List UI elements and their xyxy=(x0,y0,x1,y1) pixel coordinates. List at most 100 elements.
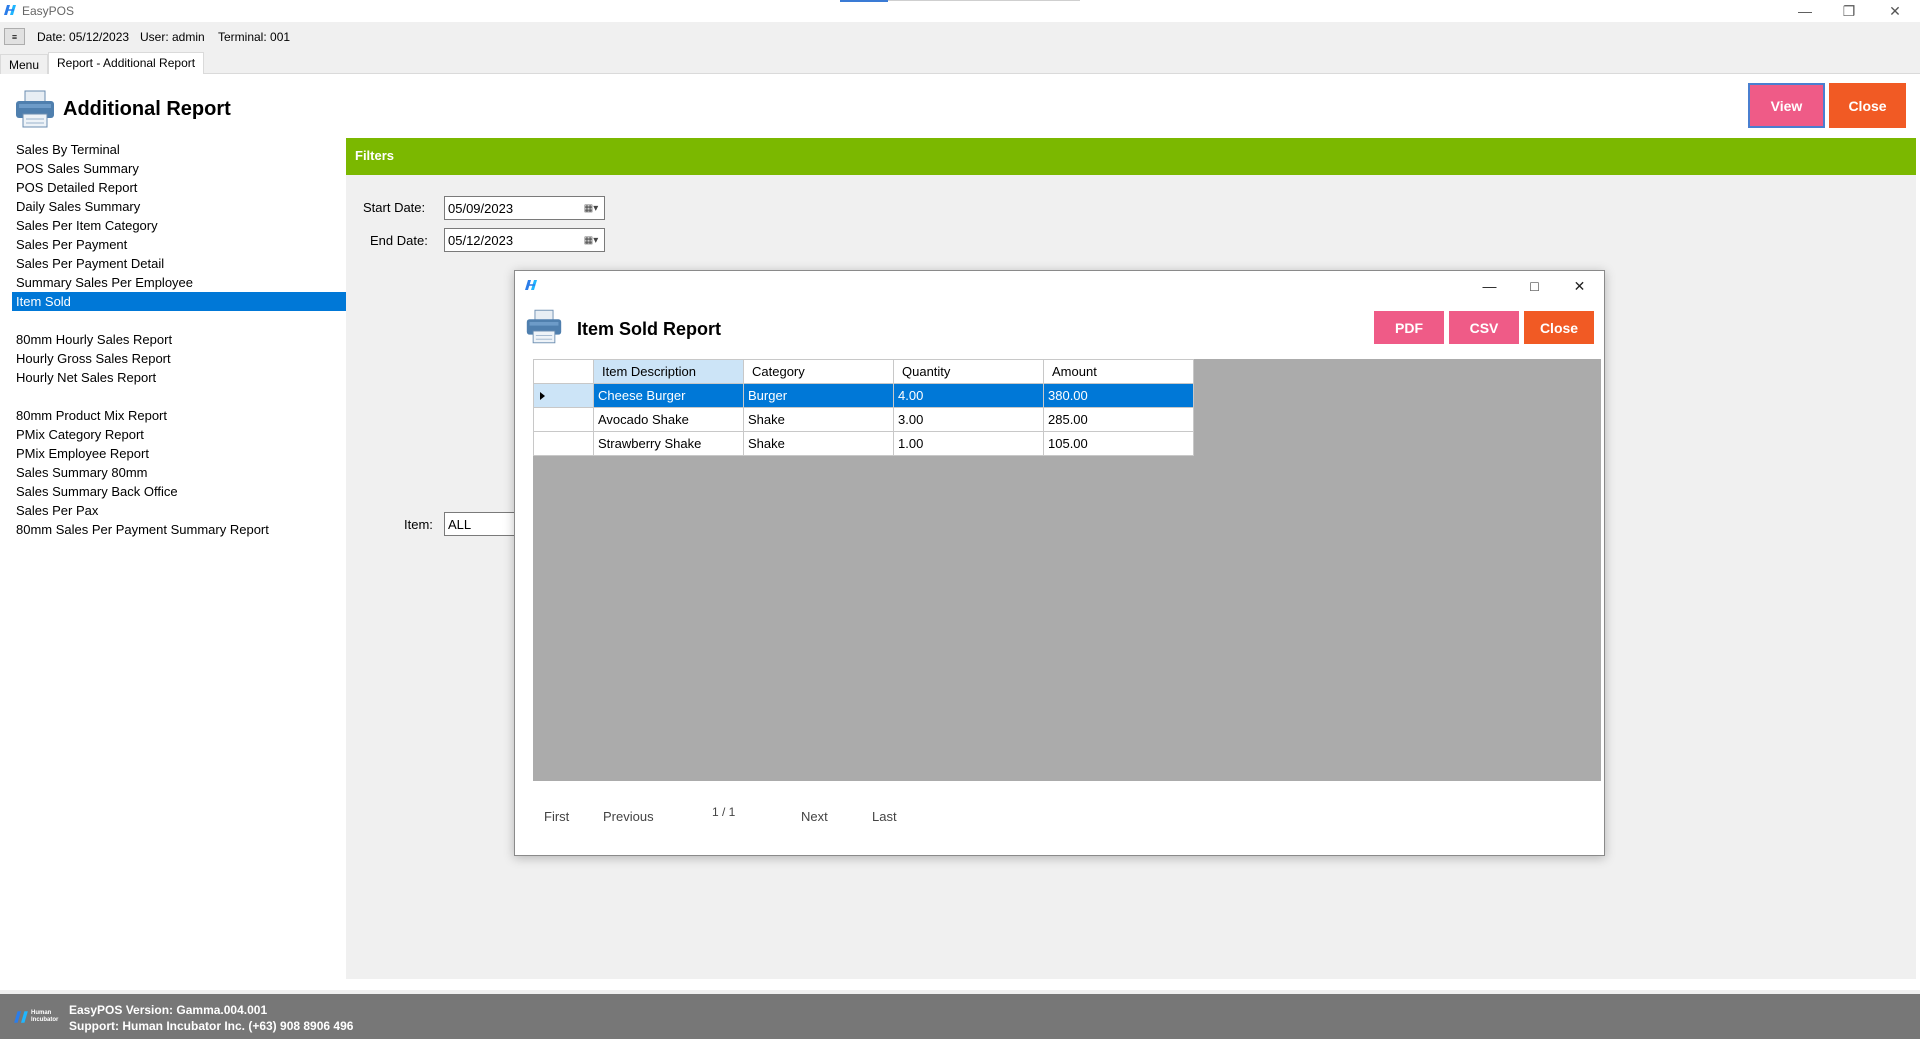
report-group-hourly: 80mm Hourly Sales Report Hourly Gross Sa… xyxy=(12,330,346,387)
pdf-button[interactable]: PDF xyxy=(1374,311,1444,344)
row-header[interactable] xyxy=(533,383,594,408)
pager-previous-button[interactable]: Previous xyxy=(603,809,654,824)
human-incubator-logo-icon xyxy=(14,1011,28,1023)
start-date-picker[interactable]: 05/09/2023 ▦▾ xyxy=(444,196,605,220)
report-item[interactable]: Sales By Terminal xyxy=(12,140,346,159)
report-item[interactable]: Daily Sales Summary xyxy=(12,197,346,216)
current-row-arrow-icon xyxy=(540,392,545,400)
restore-icon[interactable]: ❐ xyxy=(1826,0,1872,22)
report-item[interactable]: Sales Summary 80mm xyxy=(12,463,346,482)
pager-first-button[interactable]: First xyxy=(544,809,569,824)
start-date-label: Start Date: xyxy=(363,200,426,215)
tab-strip: Menu Report - Additional Report xyxy=(0,52,1920,75)
end-date-value: 05/12/2023 xyxy=(448,233,514,248)
view-button[interactable]: View xyxy=(1748,83,1825,128)
calendar-dropdown-icon[interactable]: ▦▾ xyxy=(580,232,602,248)
column-header-category[interactable]: Category xyxy=(743,359,894,384)
pager-next-button[interactable]: Next xyxy=(801,809,828,824)
table-cell[interactable]: 105.00 xyxy=(1043,431,1194,456)
report-item[interactable]: 80mm Sales Per Payment Summary Report xyxy=(12,520,346,539)
report-group-sales: Sales By Terminal POS Sales Summary POS … xyxy=(12,140,346,311)
dialog-close-button[interactable]: Close xyxy=(1524,311,1594,344)
row-header[interactable] xyxy=(533,431,594,456)
status-user: User: admin xyxy=(140,30,205,44)
menu-toggle-button[interactable]: ≡ xyxy=(4,28,25,45)
page-title: Additional Report xyxy=(63,98,231,120)
table-row[interactable]: Strawberry Shake Shake 1.00 105.00 xyxy=(533,431,1194,456)
report-item[interactable]: Sales Per Item Category xyxy=(12,216,346,235)
report-item[interactable]: Sales Per Payment Detail xyxy=(12,254,346,273)
report-item[interactable]: Summary Sales Per Employee xyxy=(12,273,346,292)
csv-button[interactable]: CSV xyxy=(1449,311,1519,344)
dialog-minimize-icon[interactable]: — xyxy=(1467,273,1512,299)
report-grid-area: Item Description Category Quantity Amoun… xyxy=(533,359,1601,781)
printer-icon xyxy=(16,90,54,128)
report-item[interactable]: 80mm Product Mix Report xyxy=(12,406,346,425)
calendar-dropdown-icon[interactable]: ▦▾ xyxy=(580,200,602,216)
end-date-picker[interactable]: 05/12/2023 ▦▾ xyxy=(444,228,605,252)
pager-page-indicator: 1 / 1 xyxy=(712,805,736,819)
table-cell[interactable]: Burger xyxy=(743,383,894,408)
easypos-logo-icon xyxy=(525,280,537,290)
report-item[interactable]: Sales Per Payment xyxy=(12,235,346,254)
report-item[interactable]: Sales Summary Back Office xyxy=(12,482,346,501)
report-item[interactable]: Sales Per Pax xyxy=(12,501,346,520)
tab-menu[interactable]: Menu xyxy=(0,54,49,75)
easypos-logo-icon xyxy=(4,5,16,15)
footer-version: EasyPOS Version: Gamma.004.001 xyxy=(69,1003,268,1017)
report-grid: Item Description Category Quantity Amoun… xyxy=(533,359,1194,456)
table-row[interactable]: Avocado Shake Shake 3.00 285.00 xyxy=(533,407,1194,432)
table-row[interactable]: Cheese Burger Burger 4.00 380.00 xyxy=(533,383,1194,408)
row-header[interactable] xyxy=(533,407,594,432)
dialog-maximize-icon[interactable]: □ xyxy=(1512,273,1557,299)
end-date-label: End Date: xyxy=(370,233,428,248)
dialog-title: Item Sold Report xyxy=(577,319,722,339)
close-button[interactable]: Close xyxy=(1829,83,1906,128)
table-cell[interactable]: 3.00 xyxy=(893,407,1044,432)
report-item[interactable]: PMix Employee Report xyxy=(12,444,346,463)
app-title: EasyPOS xyxy=(22,4,75,18)
taskbar-indicator xyxy=(840,0,888,2)
status-strip: ≡ Date: 05/12/2023 User: admin Terminal:… xyxy=(0,22,1920,52)
column-header-item-description[interactable]: Item Description xyxy=(593,359,744,384)
dialog-close-icon[interactable]: ✕ xyxy=(1557,273,1602,299)
column-header-quantity[interactable]: Quantity xyxy=(893,359,1044,384)
tab-additional-report[interactable]: Report - Additional Report xyxy=(48,52,205,75)
table-cell[interactable]: Cheese Burger xyxy=(593,383,744,408)
pager-last-button[interactable]: Last xyxy=(872,809,897,824)
close-icon[interactable]: ✕ xyxy=(1872,0,1918,22)
footer-support: Support: Human Incubator Inc. (+63) 908 … xyxy=(69,1019,354,1033)
table-cell[interactable]: 1.00 xyxy=(893,431,1044,456)
grid-header-row: Item Description Category Quantity Amoun… xyxy=(533,359,1194,384)
pager: First Previous 1 / 1 Next Last xyxy=(515,791,1604,851)
table-cell[interactable]: Strawberry Shake xyxy=(593,431,744,456)
report-item[interactable]: PMix Category Report xyxy=(12,425,346,444)
filters-header: Filters xyxy=(346,138,1916,175)
report-item[interactable]: Hourly Net Sales Report xyxy=(12,368,346,387)
table-cell[interactable]: 4.00 xyxy=(893,383,1044,408)
human-incubator-logo: Human Incubator xyxy=(13,1010,65,1024)
report-item[interactable]: Hourly Gross Sales Report xyxy=(12,349,346,368)
table-cell[interactable]: Avocado Shake xyxy=(593,407,744,432)
table-cell[interactable]: Shake xyxy=(743,407,894,432)
footer: Human Incubator EasyPOS Version: Gamma.0… xyxy=(0,994,1920,1039)
table-cell[interactable]: 285.00 xyxy=(1043,407,1194,432)
table-cell[interactable]: Shake xyxy=(743,431,894,456)
column-header-amount[interactable]: Amount xyxy=(1043,359,1194,384)
printer-icon xyxy=(526,309,562,344)
report-item[interactable]: 80mm Hourly Sales Report xyxy=(12,330,346,349)
report-item-selected[interactable]: Item Sold xyxy=(12,292,346,311)
item-select[interactable]: ALL xyxy=(444,512,516,536)
taskbar-indicator-line xyxy=(888,0,1080,1)
report-list: Sales By Terminal POS Sales Summary POS … xyxy=(12,140,346,979)
item-sold-report-dialog: — □ ✕ Item Sold Report PDF CSV Close Ite… xyxy=(514,270,1605,856)
minimize-icon[interactable]: — xyxy=(1782,0,1828,22)
status-terminal: Terminal: 001 xyxy=(218,30,291,44)
report-item[interactable]: POS Detailed Report xyxy=(12,178,346,197)
table-cell[interactable]: 380.00 xyxy=(1043,383,1194,408)
start-date-value: 05/09/2023 xyxy=(448,201,514,216)
grid-corner xyxy=(533,359,594,384)
report-item[interactable]: POS Sales Summary xyxy=(12,159,346,178)
